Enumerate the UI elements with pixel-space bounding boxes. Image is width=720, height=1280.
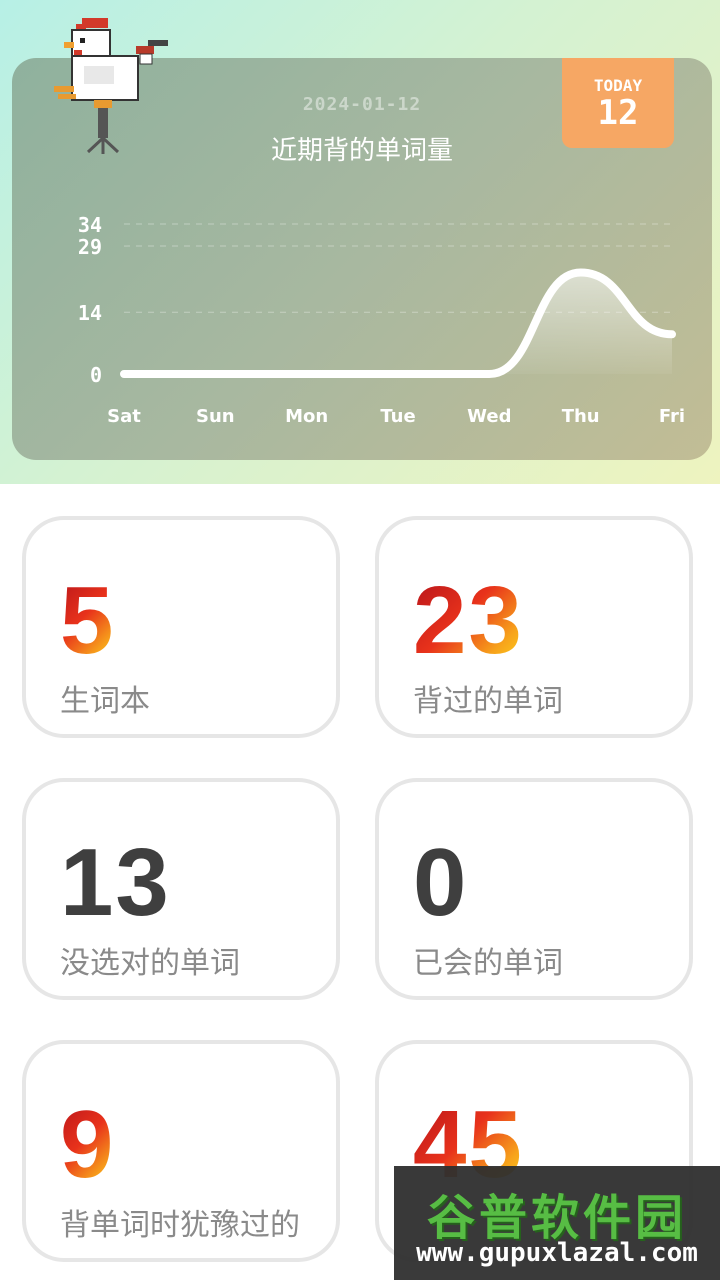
- stat-card-new-words[interactable]: 5 生词本: [22, 516, 340, 738]
- x-tick-label: Thu: [562, 406, 600, 427]
- stat-value: 5: [60, 567, 116, 674]
- y-tick-label: 0: [90, 363, 102, 387]
- stat-label: 背过的单词: [413, 684, 563, 719]
- stat-label: 没选对的单词: [60, 946, 240, 981]
- stat-label: 背单词时犹豫过的: [60, 1208, 300, 1243]
- y-tick-label: 14: [78, 301, 102, 325]
- x-tick-label: Fri: [659, 406, 685, 427]
- x-tick-label: Wed: [467, 406, 511, 427]
- stat-label: 已会的单词: [413, 946, 563, 981]
- watermark-logo: 谷普软件园 www.gupuxlazal.com: [394, 1166, 720, 1280]
- x-tick-label: Sun: [196, 406, 235, 427]
- stat-card-studied-words[interactable]: 23 背过的单词: [375, 516, 693, 738]
- stat-card-hesitated-words[interactable]: 9 背单词时犹豫过的: [22, 1040, 340, 1262]
- stat-card-wrong-words[interactable]: 13 没选对的单词: [22, 778, 340, 1000]
- y-tick-label: 34: [78, 213, 102, 237]
- watermark-url: www.gupuxlazal.com: [416, 1238, 698, 1268]
- stat-card-known-words[interactable]: 0 已会的单词: [375, 778, 693, 1000]
- series-area: [124, 272, 672, 374]
- stat-value: 0: [413, 829, 469, 936]
- stat-value: 13: [60, 829, 171, 936]
- pixel-chicken-icon: [54, 18, 168, 154]
- x-tick-label: Tue: [380, 406, 415, 427]
- x-tick-label: Sat: [107, 406, 141, 427]
- stat-value: 23: [413, 567, 524, 674]
- stat-label: 生词本: [60, 684, 150, 719]
- x-tick-label: Mon: [285, 406, 328, 427]
- stat-value: 9: [60, 1091, 116, 1198]
- y-tick-label: 29: [78, 235, 102, 259]
